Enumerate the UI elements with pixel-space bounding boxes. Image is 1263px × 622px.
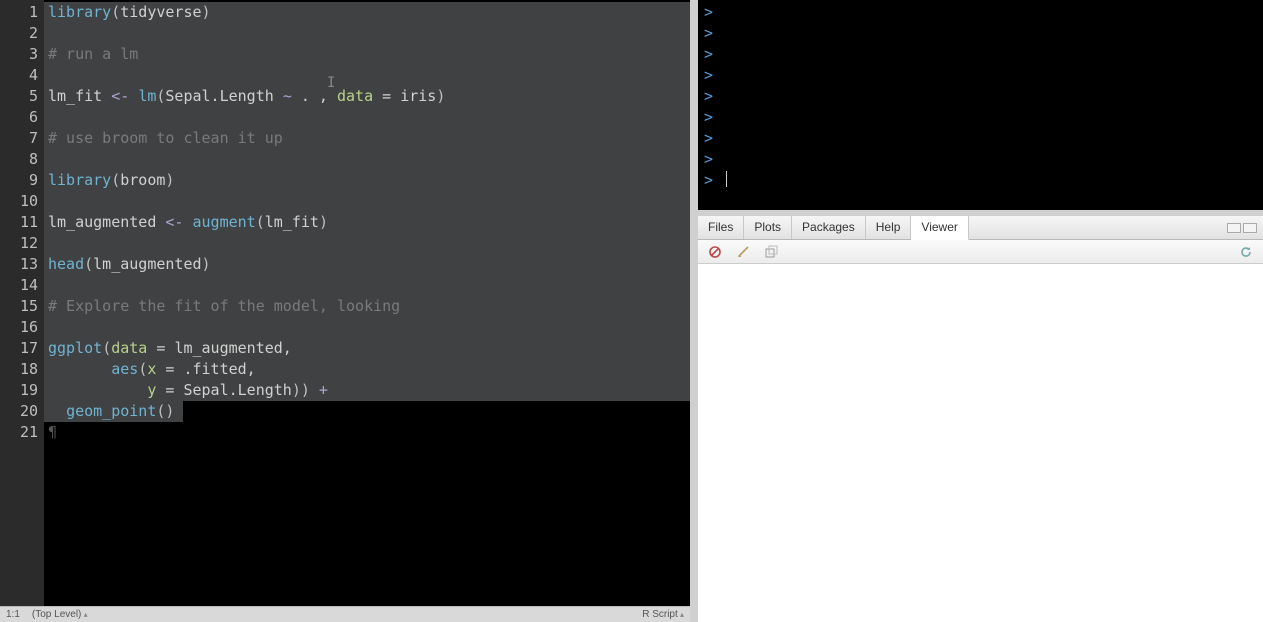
line-number[interactable]: 7 — [2, 128, 38, 149]
code-line[interactable] — [48, 149, 690, 170]
line-number[interactable]: 13 — [2, 254, 38, 275]
line-number[interactable]: 19 — [2, 380, 38, 401]
console-prompt-line[interactable]: > — [704, 65, 1257, 86]
maximize-pane-icon[interactable] — [1243, 223, 1257, 233]
console-prompt-line[interactable]: > — [704, 128, 1257, 149]
tab-help[interactable]: Help — [866, 216, 912, 239]
line-number[interactable]: 12 — [2, 233, 38, 254]
refresh-icon[interactable] — [1237, 244, 1255, 260]
line-number[interactable]: 1 — [2, 2, 38, 23]
pane-window-controls — [1227, 216, 1263, 239]
console-prompt-line[interactable]: > — [704, 149, 1257, 170]
code-line[interactable]: library(tidyverse) — [48, 2, 690, 23]
console[interactable]: > > > > > > > > > — [698, 0, 1263, 210]
line-number[interactable]: 4 — [2, 65, 38, 86]
console-prompt-line[interactable]: > — [704, 86, 1257, 107]
console-prompt-line[interactable]: > — [704, 170, 1257, 191]
code-line[interactable]: aes(x = .fitted, — [48, 359, 690, 380]
code-line[interactable]: # Explore the fit of the model, looking — [48, 296, 690, 317]
tab-packages[interactable]: Packages — [792, 216, 866, 239]
line-number[interactable]: 3 — [2, 44, 38, 65]
right-pane: > > > > > > > > > FilesPlotsPackagesHelp… — [698, 0, 1263, 622]
tab-viewer[interactable]: Viewer — [911, 216, 968, 240]
line-number[interactable]: 17 — [2, 338, 38, 359]
clear-viewer-icon[interactable] — [706, 244, 724, 260]
line-number[interactable]: 5 — [2, 86, 38, 107]
source-editor-pane: 123456789101112131415161718192021 I libr… — [0, 0, 690, 622]
rstudio-window: 123456789101112131415161718192021 I libr… — [0, 0, 1263, 622]
broom-icon[interactable] — [734, 244, 752, 260]
line-number[interactable]: 16 — [2, 317, 38, 338]
code-area[interactable]: I library(tidyverse) # run a lm lm_fit <- … — [44, 0, 690, 606]
console-prompt-line[interactable]: > — [704, 107, 1257, 128]
line-number[interactable]: 21 — [2, 422, 38, 443]
tabs-spacer — [969, 216, 1227, 239]
vertical-divider[interactable] — [690, 0, 698, 622]
code-line[interactable]: lm_augmented <- augment(lm_fit) — [48, 212, 690, 233]
tab-files[interactable]: Files — [698, 216, 744, 239]
popout-icon[interactable] — [762, 244, 780, 260]
console-prompt-line[interactable]: > — [704, 2, 1257, 23]
line-number[interactable]: 20 — [2, 401, 38, 422]
cursor-position: 1:1 — [6, 609, 20, 620]
editor-scroll: 123456789101112131415161718192021 I libr… — [0, 0, 690, 606]
viewer-toolbar — [698, 240, 1263, 264]
text-cursor-icon: I — [327, 75, 335, 91]
code-line[interactable]: y = Sepal.Length)) + — [48, 380, 690, 401]
line-number[interactable]: 10 — [2, 191, 38, 212]
lower-right-tabs: FilesPlotsPackagesHelpViewer — [698, 216, 1263, 240]
code-lines[interactable]: library(tidyverse) # run a lm lm_fit <- lm… — [44, 0, 690, 445]
line-number[interactable]: 14 — [2, 275, 38, 296]
code-line[interactable]: ¶ — [48, 422, 690, 443]
console-cursor — [726, 171, 727, 187]
code-line[interactable]: head(lm_augmented) — [48, 254, 690, 275]
scope-dropdown[interactable]: (Top Level) — [32, 609, 88, 620]
line-number[interactable]: 11 — [2, 212, 38, 233]
code-line[interactable]: geom_point() — [48, 401, 690, 422]
code-line[interactable] — [48, 107, 690, 128]
line-number[interactable]: 2 — [2, 23, 38, 44]
line-number[interactable]: 6 — [2, 107, 38, 128]
code-line[interactable] — [48, 65, 690, 86]
language-dropdown[interactable]: R Script — [642, 609, 684, 620]
code-line[interactable]: # run a lm — [48, 44, 690, 65]
line-number[interactable]: 8 — [2, 149, 38, 170]
code-line[interactable] — [48, 191, 690, 212]
viewer-body — [698, 264, 1263, 622]
code-line[interactable]: # use broom to clean it up — [48, 128, 690, 149]
code-line[interactable]: ggplot(data = lm_augmented, — [48, 338, 690, 359]
console-prompt-line[interactable]: > — [704, 23, 1257, 44]
tab-plots[interactable]: Plots — [744, 216, 792, 239]
line-number[interactable]: 15 — [2, 296, 38, 317]
code-line[interactable] — [48, 275, 690, 296]
code-line[interactable]: library(broom) — [48, 170, 690, 191]
console-prompt-line[interactable]: > — [704, 44, 1257, 65]
line-number-gutter[interactable]: 123456789101112131415161718192021 — [0, 0, 44, 606]
editor-statusbar: 1:1 (Top Level) R Script — [0, 606, 690, 622]
code-line[interactable]: lm_fit <- lm(Sepal.Length ~ . , data = i… — [48, 86, 690, 107]
code-line[interactable] — [48, 317, 690, 338]
code-line[interactable] — [48, 23, 690, 44]
line-number[interactable]: 18 — [2, 359, 38, 380]
line-number[interactable]: 9 — [2, 170, 38, 191]
minimize-pane-icon[interactable] — [1227, 223, 1241, 233]
code-line[interactable] — [48, 233, 690, 254]
